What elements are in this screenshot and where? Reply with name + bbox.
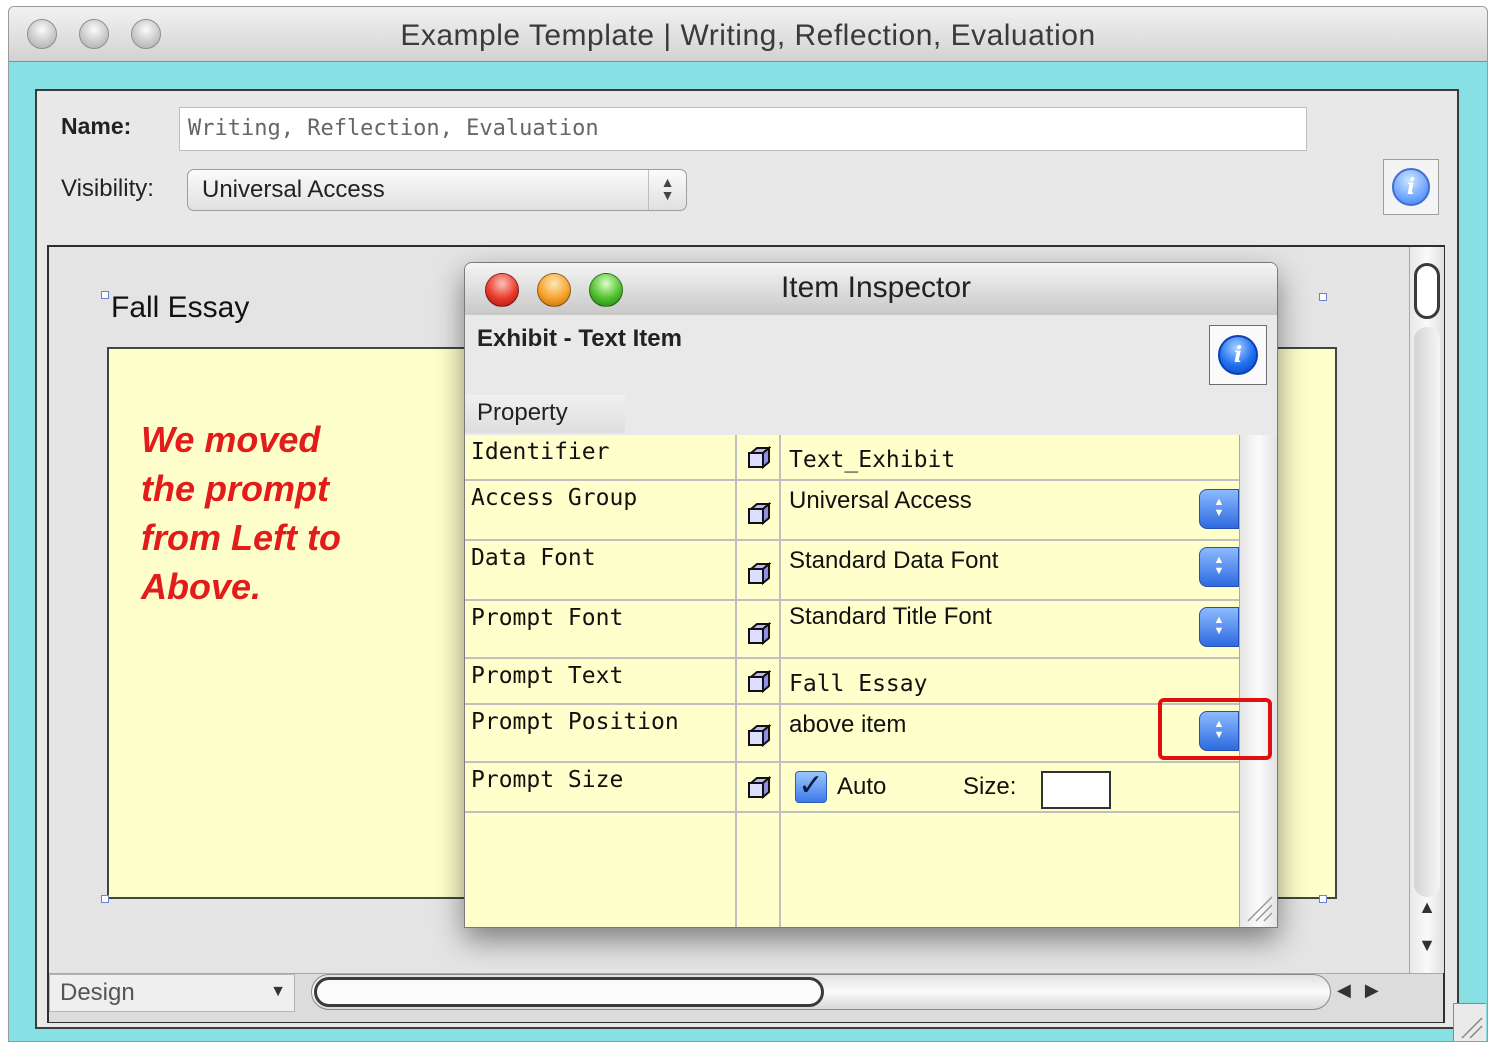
- visibility-select[interactable]: Universal Access ▲ ▼: [187, 169, 687, 211]
- highlight-callout: [1158, 698, 1272, 760]
- window-title: Example Template | Writing, Reflection, …: [400, 19, 1096, 52]
- property-value: Standard Data Font: [789, 547, 999, 574]
- visibility-value: Universal Access: [202, 176, 385, 203]
- mode-value: Design: [60, 979, 135, 1006]
- property-name: Identifier: [471, 439, 610, 465]
- title-bar[interactable]: Example Template | Writing, Reflection, …: [9, 7, 1487, 62]
- property-row[interactable]: Prompt Size ✓ Auto Size:: [465, 763, 1239, 813]
- info-icon: i: [1392, 168, 1430, 206]
- item-inspector: Item Inspector Exhibit - Text Item i Pro…: [464, 262, 1278, 928]
- cube-icon: [748, 561, 771, 586]
- selection-handle[interactable]: [1319, 895, 1327, 903]
- inspector-info-button[interactable]: i: [1209, 325, 1267, 385]
- selection-handle[interactable]: [101, 291, 109, 299]
- vertical-scrollbar[interactable]: ▲ ▼: [1409, 247, 1444, 973]
- scroll-thumb[interactable]: [1414, 263, 1440, 319]
- visibility-label: Visibility:: [61, 175, 154, 202]
- scroll-left-right-icon[interactable]: ◀▶: [1337, 980, 1393, 1001]
- name-field[interactable]: Writing, Reflection, Evaluation: [179, 107, 1307, 151]
- inspector-title-bar[interactable]: Item Inspector: [465, 263, 1277, 316]
- property-grid: Identifier Text_Exhibit Access Group Uni…: [465, 435, 1239, 927]
- checkbox-icon[interactable]: ✓: [795, 771, 827, 803]
- note-line: We moved: [141, 419, 321, 460]
- cube-icon: [748, 723, 771, 748]
- scroll-down-icon[interactable]: ▼: [1410, 935, 1444, 956]
- cube-icon: [748, 775, 771, 800]
- selection-handle[interactable]: [1319, 293, 1327, 301]
- property-name: Prompt Size: [471, 767, 624, 793]
- resize-grip-icon[interactable]: [1453, 1003, 1486, 1041]
- property-name: Prompt Text: [471, 663, 624, 689]
- property-name: Prompt Font: [471, 605, 624, 631]
- cube-icon: [748, 669, 771, 694]
- property-column-header[interactable]: Property: [465, 395, 625, 433]
- property-value[interactable]: Fall Essay: [789, 671, 927, 697]
- stepper-icon[interactable]: ▲ ▼: [1199, 607, 1239, 647]
- stepper-icon[interactable]: ▲ ▼: [1199, 489, 1239, 529]
- info-button[interactable]: i: [1383, 159, 1439, 215]
- name-label: Name:: [61, 113, 132, 139]
- horizontal-scrollbar[interactable]: [311, 974, 1331, 1010]
- size-label: Size:: [963, 773, 1017, 800]
- property-value: Standard Title Font: [789, 603, 992, 630]
- mode-select[interactable]: Design ▼: [49, 974, 295, 1012]
- property-value[interactable]: Text_Exhibit: [789, 447, 955, 473]
- property-row[interactable]: Prompt Font Standard Title Font ▲ ▼: [465, 601, 1239, 659]
- select-arrows-icon: ▲ ▼: [648, 170, 686, 210]
- property-row[interactable]: Prompt Text Fall Essay: [465, 659, 1239, 705]
- selection-handle[interactable]: [101, 895, 109, 903]
- property-name: Data Font: [471, 545, 596, 571]
- cube-icon: [748, 501, 771, 526]
- auto-label: Auto: [837, 773, 887, 800]
- note-line: from Left to: [141, 517, 341, 558]
- resize-grip-icon[interactable]: [1244, 893, 1274, 923]
- scroll-track[interactable]: [1414, 327, 1440, 897]
- annotation-note: We moved the prompt from Left to Above.: [141, 415, 401, 611]
- property-row[interactable]: Data Font Standard Data Font ▲ ▼: [465, 541, 1239, 601]
- property-value: Universal Access: [789, 487, 972, 514]
- info-icon: i: [1218, 335, 1258, 375]
- inspector-header: Exhibit - Text Item i Property: [465, 315, 1277, 435]
- note-line: Above.: [141, 566, 262, 607]
- property-name: Prompt Position: [471, 709, 679, 735]
- property-row[interactable]: Access Group Universal Access ▲ ▼: [465, 481, 1239, 541]
- inspector-title: Item Inspector: [780, 271, 972, 304]
- size-input[interactable]: [1041, 771, 1111, 809]
- chevron-down-icon: ▼: [270, 983, 286, 1000]
- note-line: the prompt: [141, 468, 329, 509]
- cube-icon: [748, 445, 771, 470]
- cube-icon: [748, 621, 771, 646]
- property-row[interactable]: Prompt Position above item ▲ ▼: [465, 705, 1239, 763]
- property-name: Access Group: [471, 485, 638, 511]
- scroll-up-icon[interactable]: ▲: [1410, 897, 1444, 918]
- property-value: above item: [789, 711, 907, 738]
- item-kind: Exhibit - Text Item: [477, 325, 682, 352]
- bottom-bar: Design ▼ ◀▶: [49, 973, 1443, 1022]
- prompt-title[interactable]: Fall Essay: [111, 291, 249, 325]
- property-row[interactable]: Identifier Text_Exhibit: [465, 435, 1239, 481]
- scroll-thumb[interactable]: [314, 977, 824, 1007]
- stepper-icon[interactable]: ▲ ▼: [1199, 547, 1239, 587]
- inspector-scrollbar[interactable]: [1239, 435, 1277, 927]
